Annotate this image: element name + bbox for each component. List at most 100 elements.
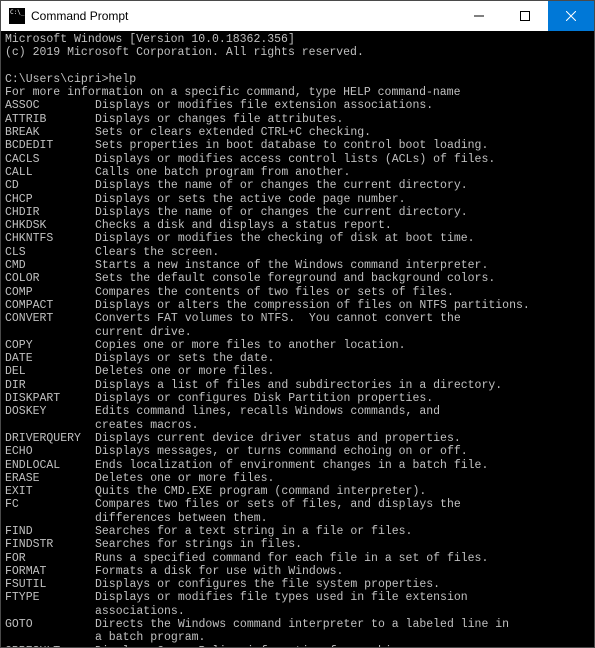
command-name: FOR [5,552,95,565]
cmd-icon [9,8,25,24]
command-pad [5,326,95,339]
command-name: ERASE [5,472,95,485]
command-row: DOSKEYEdits command lines, recalls Windo… [5,405,590,418]
command-row: GPRESULTDisplays Group Policy informatio… [5,645,590,647]
command-row: GOTODirects the Windows command interpre… [5,618,590,631]
command-description: Deletes one or more files. [95,472,590,485]
command-name: DOSKEY [5,405,95,418]
command-name: GPRESULT [5,645,95,647]
command-description: associations. [95,605,590,618]
command-name: FSUTIL [5,578,95,591]
command-description: Searches for a text string in a file or … [95,525,590,538]
command-row: CHKDSKChecks a disk and displays a statu… [5,219,590,232]
command-row: DATEDisplays or sets the date. [5,352,590,365]
command-description: Displays the name of or changes the curr… [95,206,590,219]
command-name: CACLS [5,153,95,166]
command-description: Displays or modifies access control list… [95,153,590,166]
command-description: Compares two files or sets of files, and… [95,498,590,511]
command-name: CHKDSK [5,219,95,232]
command-description: Formats a disk for use with Windows. [95,565,590,578]
prompt-text: C:\Users\cipri> [5,73,109,86]
typed-command: help [109,73,137,86]
command-row: ERASEDeletes one or more files. [5,472,590,485]
command-row: DISKPARTDisplays or configures Disk Part… [5,392,590,405]
command-name: CD [5,179,95,192]
command-name: DEL [5,365,95,378]
command-description: Sets properties in boot database to cont… [95,139,590,152]
command-row: CHKNTFSDisplays or modifies the checking… [5,232,590,245]
command-description: Displays or configures the file system p… [95,578,590,591]
command-description: Displays or sets the active code page nu… [95,193,590,206]
command-row: COPYCopies one or more files to another … [5,339,590,352]
command-name: CONVERT [5,312,95,325]
command-pad [5,631,95,644]
window-title: Command Prompt [31,9,128,23]
command-name: ASSOC [5,99,95,112]
command-name: CALL [5,166,95,179]
command-description: Starts a new instance of the Windows com… [95,259,590,272]
minimize-icon [474,11,484,21]
command-description: Displays messages, or turns command echo… [95,445,590,458]
command-name: ENDLOCAL [5,459,95,472]
maximize-button[interactable] [502,1,548,31]
command-name: CHDIR [5,206,95,219]
command-row: CHCPDisplays or sets the active code pag… [5,193,590,206]
terminal-output[interactable]: Microsoft Windows [Version 10.0.18362.35… [1,31,594,647]
command-row: FORMATFormats a disk for use with Window… [5,565,590,578]
command-name: FC [5,498,95,511]
command-description: Displays or sets the date. [95,352,590,365]
command-description: Quits the CMD.EXE program (command inter… [95,485,590,498]
command-row: CONVERTConverts FAT volumes to NTFS. You… [5,312,590,325]
command-row: BCDEDITSets properties in boot database … [5,139,590,152]
prompt-line: C:\Users\cipri>help [5,73,590,86]
command-row: ATTRIBDisplays or changes file attribute… [5,113,590,126]
command-name: FIND [5,525,95,538]
command-description: Directs the Windows command interpreter … [95,618,590,631]
command-name: FORMAT [5,565,95,578]
command-row-continuation: associations. [5,605,590,618]
minimize-button[interactable] [456,1,502,31]
close-button[interactable] [548,1,594,31]
command-name: CHCP [5,193,95,206]
command-description: Displays the name of or changes the curr… [95,179,590,192]
command-name: ECHO [5,445,95,458]
command-row: CHDIRDisplays the name of or changes the… [5,206,590,219]
command-description: Displays or modifies the checking of dis… [95,232,590,245]
help-intro-line: For more information on a specific comma… [5,86,590,99]
command-description: Displays or changes file attributes. [95,113,590,126]
command-name: GOTO [5,618,95,631]
command-description: Ends localization of environment changes… [95,459,590,472]
command-pad [5,605,95,618]
command-description: Displays or modifies file extension asso… [95,99,590,112]
command-row-continuation: a batch program. [5,631,590,644]
command-name: FTYPE [5,591,95,604]
command-description: Clears the screen. [95,246,590,259]
command-row: DRIVERQUERYDisplays current device drive… [5,432,590,445]
command-row: COMPACTDisplays or alters the compressio… [5,299,590,312]
command-description: Searches for strings in files. [95,538,590,551]
command-description: Checks a disk and displays a status repo… [95,219,590,232]
command-description: Displays current device driver status an… [95,432,590,445]
titlebar[interactable]: Command Prompt [1,1,594,31]
command-name: CLS [5,246,95,259]
command-row: CACLSDisplays or modifies access control… [5,153,590,166]
command-row: EXITQuits the CMD.EXE program (command i… [5,485,590,498]
command-description: Edits command lines, recalls Windows com… [95,405,590,418]
command-description: Copies one or more files to another loca… [95,339,590,352]
command-name: COLOR [5,272,95,285]
command-description: Sets or clears extended CTRL+C checking. [95,126,590,139]
command-row: FINDSTRSearches for strings in files. [5,538,590,551]
command-name: BREAK [5,126,95,139]
command-name: FINDSTR [5,538,95,551]
command-row: CALLCalls one batch program from another… [5,166,590,179]
command-description: Displays Group Policy information for ma… [95,645,590,647]
command-description: Converts FAT volumes to NTFS. You cannot… [95,312,590,325]
command-description: Sets the default console foreground and … [95,272,590,285]
command-name: EXIT [5,485,95,498]
command-row: FTYPEDisplays or modifies file types use… [5,591,590,604]
command-description: current drive. [95,326,590,339]
command-description: Deletes one or more files. [95,365,590,378]
command-name: DRIVERQUERY [5,432,95,445]
command-row: DELDeletes one or more files. [5,365,590,378]
command-row: COLORSets the default console foreground… [5,272,590,285]
